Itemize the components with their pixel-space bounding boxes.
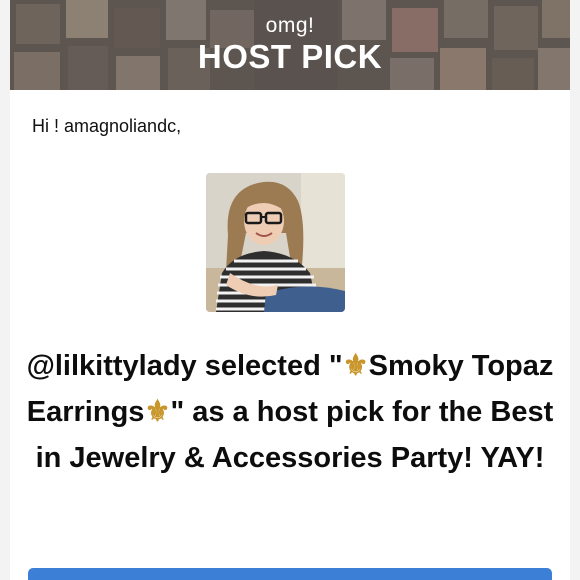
banner-title: HOST PICK [197, 38, 383, 75]
notification-card: omg! HOST PICK Hi ! amagnoliandc, @lilki… [10, 0, 570, 580]
fleur-de-lis-icon: ⚜ [144, 396, 171, 428]
action-button[interactable] [28, 568, 552, 580]
banner-subtitle: omg! [265, 14, 315, 37]
message-text-start: @lilkittylady selected " [26, 350, 343, 382]
host-pick-message: @lilkittylady selected "⚜Smoky Topaz Ear… [10, 343, 570, 481]
host-avatar[interactable] [206, 173, 345, 312]
greeting-text: Hi ! amagnoliandc, [32, 116, 182, 136]
host-pick-banner: omg! HOST PICK [10, 0, 570, 90]
profile-photo-icon [206, 173, 345, 312]
fleur-de-lis-icon: ⚜ [342, 350, 369, 382]
